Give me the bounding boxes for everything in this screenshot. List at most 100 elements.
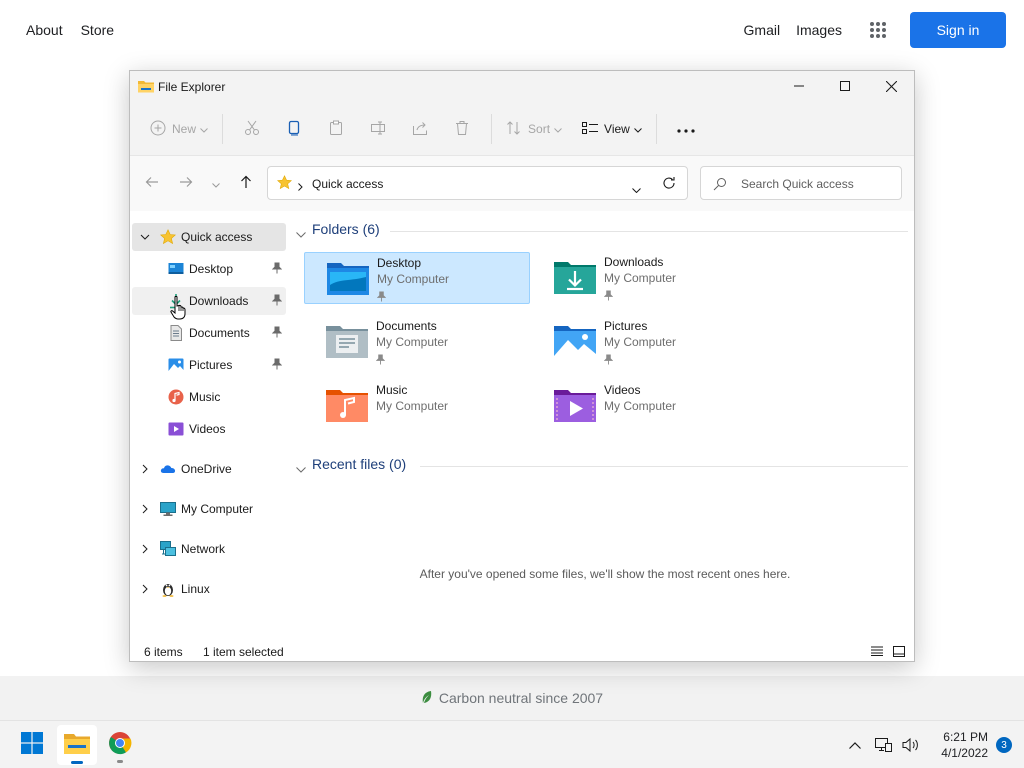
chevron-down-icon xyxy=(554,122,562,136)
arrow-up-icon xyxy=(240,175,252,194)
chevron-down-icon xyxy=(200,122,208,136)
copy-icon xyxy=(286,120,302,139)
recent-locations-button[interactable] xyxy=(202,170,230,198)
star-icon xyxy=(276,175,293,195)
breadcrumb[interactable]: Quick access xyxy=(312,177,383,191)
sidebar-item-network[interactable]: Network xyxy=(132,535,286,563)
notification-badge[interactable]: 3 xyxy=(996,737,1012,753)
star-icon xyxy=(159,229,177,245)
details-view-icon[interactable] xyxy=(868,643,886,659)
folder-tile-desktop[interactable]: Desktop My Computer xyxy=(304,252,530,304)
google-left-links: About Store xyxy=(26,22,114,38)
sidebar-item-music[interactable]: Music xyxy=(132,383,286,411)
sidebar-item-downloads[interactable]: Downloads xyxy=(132,287,286,315)
rename-button[interactable] xyxy=(360,111,396,147)
folder-tile-pictures[interactable]: Pictures My Computer xyxy=(532,316,758,368)
folder-tile-videos[interactable]: Videos My Computer xyxy=(532,380,758,432)
folder-location: My Computer xyxy=(376,399,449,413)
taskbar-chrome-button[interactable] xyxy=(100,725,140,765)
clock-date: 4/1/2022 xyxy=(941,746,988,760)
sidebar-item-label: My Computer xyxy=(181,502,254,516)
about-link[interactable]: About xyxy=(26,22,63,38)
sidebar-item-label: Music xyxy=(189,390,221,404)
sidebar-item-videos[interactable]: Videos xyxy=(132,415,286,443)
chevron-down-icon xyxy=(296,225,306,243)
sidebar-item-linux[interactable]: Linux xyxy=(132,575,286,603)
maximize-button[interactable] xyxy=(822,71,868,101)
more-icon xyxy=(677,122,695,136)
address-bar[interactable]: Quick access xyxy=(267,166,688,200)
refresh-icon[interactable] xyxy=(662,176,676,195)
folder-tile-downloads[interactable]: Downloads My Computer xyxy=(532,252,758,304)
sidebar-item-desktop[interactable]: Desktop xyxy=(132,255,286,283)
folders-group-header[interactable]: Folders (6) xyxy=(296,221,908,243)
plus-circle-icon xyxy=(150,120,166,139)
forward-button[interactable] xyxy=(172,170,200,198)
collapsed-chevron-icon[interactable] xyxy=(140,503,150,517)
minimize-button[interactable] xyxy=(776,71,822,101)
volume-icon[interactable] xyxy=(899,733,923,757)
sidebar-item-quick-access[interactable]: Quick access xyxy=(132,223,286,251)
folder-tile-music[interactable]: Music My Computer xyxy=(304,380,530,432)
taskbar: 6:21 PM 4/1/2022 3 xyxy=(0,720,1024,768)
linux-icon xyxy=(160,581,176,597)
folder-tile-documents[interactable]: Documents My Computer xyxy=(304,316,530,368)
search-placeholder: Search Quick access xyxy=(741,177,854,191)
group-divider xyxy=(390,231,908,232)
sidebar-item-documents[interactable]: Documents xyxy=(132,319,286,347)
view-label: View xyxy=(604,122,630,136)
view-button[interactable]: View xyxy=(576,111,648,147)
share-button[interactable] xyxy=(402,111,438,147)
new-button[interactable]: New xyxy=(144,111,214,147)
google-apps-icon[interactable] xyxy=(858,12,898,48)
sort-button[interactable]: Sort xyxy=(500,111,568,147)
large-icons-view-icon[interactable] xyxy=(890,643,908,659)
start-button[interactable] xyxy=(12,725,52,765)
search-box[interactable]: Search Quick access xyxy=(700,166,902,200)
up-button[interactable] xyxy=(232,170,260,198)
sidebar-item-label: Pictures xyxy=(189,358,233,372)
back-button[interactable] xyxy=(138,170,166,198)
chevron-up-icon[interactable] xyxy=(843,733,867,757)
sidebar-item-onedrive[interactable]: OneDrive xyxy=(132,455,286,483)
sidebar-item-label: Linux xyxy=(181,582,210,596)
google-header: About Store Gmail Images Sign in xyxy=(0,0,1024,60)
taskbar-file-explorer-button[interactable] xyxy=(57,725,97,765)
google-right-links: Gmail Images Sign in xyxy=(744,12,1006,48)
recent-files-group-header[interactable]: Recent files (0) xyxy=(296,456,908,478)
delete-button[interactable] xyxy=(444,111,480,147)
sidebar-item-pictures[interactable]: Pictures xyxy=(132,351,286,379)
folder-name: Pictures xyxy=(604,319,648,333)
collapsed-chevron-icon[interactable] xyxy=(140,583,150,597)
sort-icon xyxy=(506,120,522,139)
cut-button[interactable] xyxy=(234,111,270,147)
images-link[interactable]: Images xyxy=(796,22,842,38)
collapsed-chevron-icon[interactable] xyxy=(140,543,150,557)
videos-folder-icon xyxy=(554,386,596,427)
folder-location: My Computer xyxy=(604,335,677,349)
clock[interactable]: 6:21 PM 4/1/2022 xyxy=(941,729,988,761)
downloads-folder-icon xyxy=(554,258,596,299)
title-bar[interactable]: File Explorer xyxy=(130,71,914,103)
address-history-chevron-icon[interactable] xyxy=(632,180,641,198)
close-button[interactable] xyxy=(868,71,914,101)
documents-icon xyxy=(168,325,184,341)
status-bar: 6 items 1 item selected xyxy=(130,641,914,661)
desktop-icon xyxy=(168,261,184,277)
copy-button[interactable] xyxy=(276,111,312,147)
sidebar-item-label: OneDrive xyxy=(181,462,232,476)
sign-in-button[interactable]: Sign in xyxy=(910,12,1006,48)
more-options-button[interactable] xyxy=(668,111,704,147)
paste-button[interactable] xyxy=(318,111,354,147)
sidebar-item-my-computer[interactable]: My Computer xyxy=(132,495,286,523)
toolbar-separator xyxy=(655,114,657,144)
collapsed-chevron-icon[interactable] xyxy=(140,463,150,477)
store-link[interactable]: Store xyxy=(81,22,114,38)
music-folder-icon xyxy=(326,386,368,427)
expanded-chevron-icon[interactable] xyxy=(140,231,150,245)
sidebar-item-label: Quick access xyxy=(181,230,253,244)
share-icon xyxy=(412,120,428,139)
network-status-icon[interactable] xyxy=(871,733,895,757)
pin-icon xyxy=(271,358,283,373)
gmail-link[interactable]: Gmail xyxy=(744,22,781,38)
